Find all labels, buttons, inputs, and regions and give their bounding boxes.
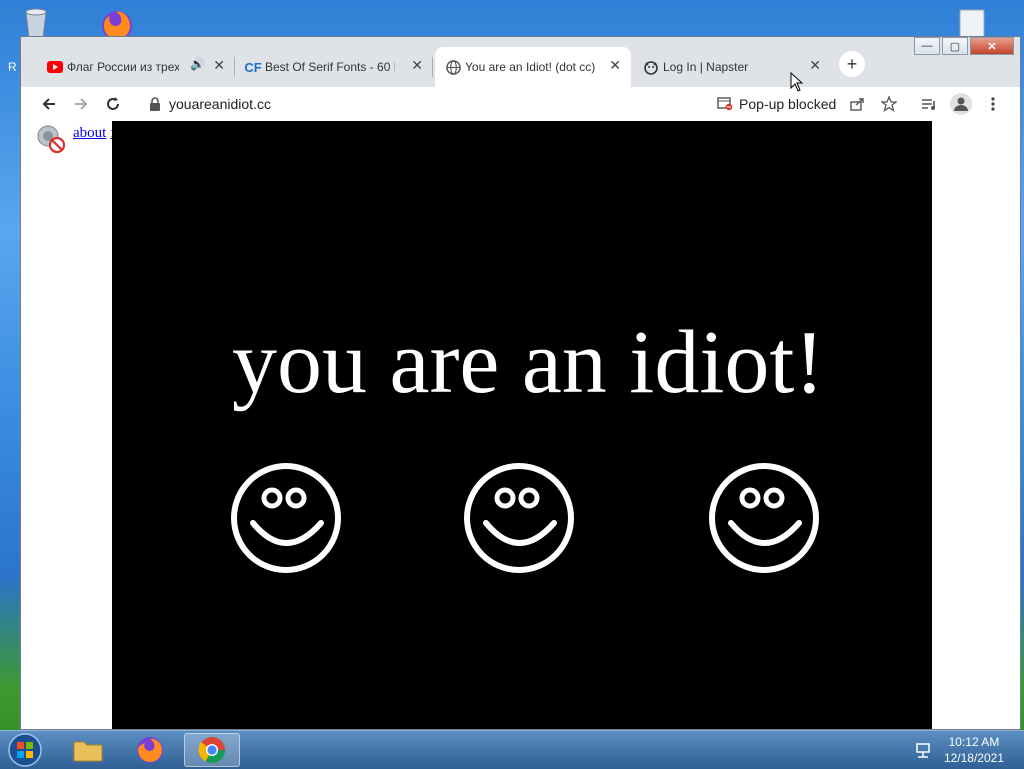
taskbar-explorer[interactable] xyxy=(60,733,116,767)
youtube-icon xyxy=(47,59,63,75)
flash-stage[interactable]: you are an idiot! xyxy=(112,121,932,729)
tab-close-button[interactable]: ✕ xyxy=(809,57,821,74)
folder-icon xyxy=(73,741,103,762)
reload-button[interactable] xyxy=(101,92,125,116)
popup-blocked-icon xyxy=(717,97,733,111)
tab-strip: Флаг России из трех 🔊 ✕ CF Best Of Serif… xyxy=(21,37,1020,87)
window-controls: — ▢ ✕ xyxy=(912,37,1014,55)
muted-speaker-icon[interactable] xyxy=(35,123,67,155)
back-arrow-icon xyxy=(42,98,55,110)
forward-arrow-icon xyxy=(75,98,88,110)
share-button[interactable] xyxy=(845,92,869,116)
playlist-icon xyxy=(922,99,935,110)
new-tab-button[interactable]: + xyxy=(839,51,865,77)
reload-icon xyxy=(107,97,119,110)
tab-serif-fonts[interactable]: CF Best Of Serif Fonts - 60 F ✕ xyxy=(235,47,433,87)
taskbar: 10:12 AM 12/18/2021 xyxy=(0,730,1024,769)
tab-title: Best Of Serif Fonts - 60 F xyxy=(265,60,395,74)
url-text[interactable]: youareanidiot.cc xyxy=(169,96,271,112)
forward-button[interactable] xyxy=(69,92,93,116)
share-icon xyxy=(850,98,864,111)
recycle-bin-icon[interactable] xyxy=(18,4,54,40)
network-tray-icon[interactable] xyxy=(914,741,932,759)
kebab-menu-icon xyxy=(991,97,995,111)
tab-you-are-an-idiot[interactable]: You are an Idiot! (dot cc) ✕ xyxy=(435,47,631,87)
lock-icon[interactable] xyxy=(149,97,161,111)
smiley-face-icon xyxy=(231,463,341,573)
page-content: aboutflash you are an idiot! xyxy=(21,121,1020,729)
tab-title: Log In | Napster xyxy=(663,60,749,74)
taskbar-firefox[interactable] xyxy=(122,733,178,767)
mouse-cursor-icon xyxy=(790,72,804,92)
system-clock[interactable]: 10:12 AM 12/18/2021 xyxy=(944,734,1004,766)
about-link[interactable]: about xyxy=(73,125,106,141)
back-button[interactable] xyxy=(37,92,61,116)
minimize-button[interactable]: — xyxy=(914,37,940,55)
headline-text: you are an idiot! xyxy=(232,313,822,412)
media-playlist-button[interactable] xyxy=(917,92,941,116)
smiley-face-icon xyxy=(709,463,819,573)
globe-icon xyxy=(445,59,461,75)
desktop-label-fragment: R xyxy=(8,60,17,74)
tab-title: You are an Idiot! (dot cc) xyxy=(465,60,595,74)
clock-time: 10:12 AM xyxy=(948,735,1000,749)
popup-blocked-indicator[interactable]: Pop-up blocked xyxy=(717,90,837,118)
taskbar-chrome[interactable] xyxy=(184,733,240,767)
browser-toolbar: youareanidiot.cc Pop-up blocked xyxy=(21,87,1020,122)
firefox-icon xyxy=(137,737,163,763)
star-icon xyxy=(881,96,897,112)
profile-avatar-icon xyxy=(950,93,972,115)
tab-close-button[interactable]: ✕ xyxy=(213,57,225,74)
tab-title: Флаг России из трех xyxy=(67,60,179,74)
napster-icon xyxy=(643,59,659,75)
chrome-icon xyxy=(198,737,226,764)
menu-button[interactable] xyxy=(981,92,1005,116)
tab-youtube[interactable]: Флаг России из трех 🔊 ✕ xyxy=(37,47,235,87)
maximize-button[interactable]: ▢ xyxy=(942,37,968,55)
tab-close-button[interactable]: ✕ xyxy=(609,57,621,74)
speaker-icon[interactable]: 🔊 xyxy=(190,57,205,71)
tab-close-button[interactable]: ✕ xyxy=(411,57,423,74)
smiley-face-icon xyxy=(464,463,574,573)
popup-blocked-label: Pop-up blocked xyxy=(739,96,837,112)
profile-button[interactable] xyxy=(949,92,973,116)
clock-date: 12/18/2021 xyxy=(943,751,1004,765)
start-button-icon[interactable] xyxy=(4,731,46,769)
browser-window: Флаг России из трех 🔊 ✕ CF Best Of Serif… xyxy=(20,36,1021,730)
close-window-button[interactable]: ✕ xyxy=(970,37,1014,55)
bookmark-star-button[interactable] xyxy=(877,92,901,116)
cf-favicon-icon: CF xyxy=(244,59,262,75)
